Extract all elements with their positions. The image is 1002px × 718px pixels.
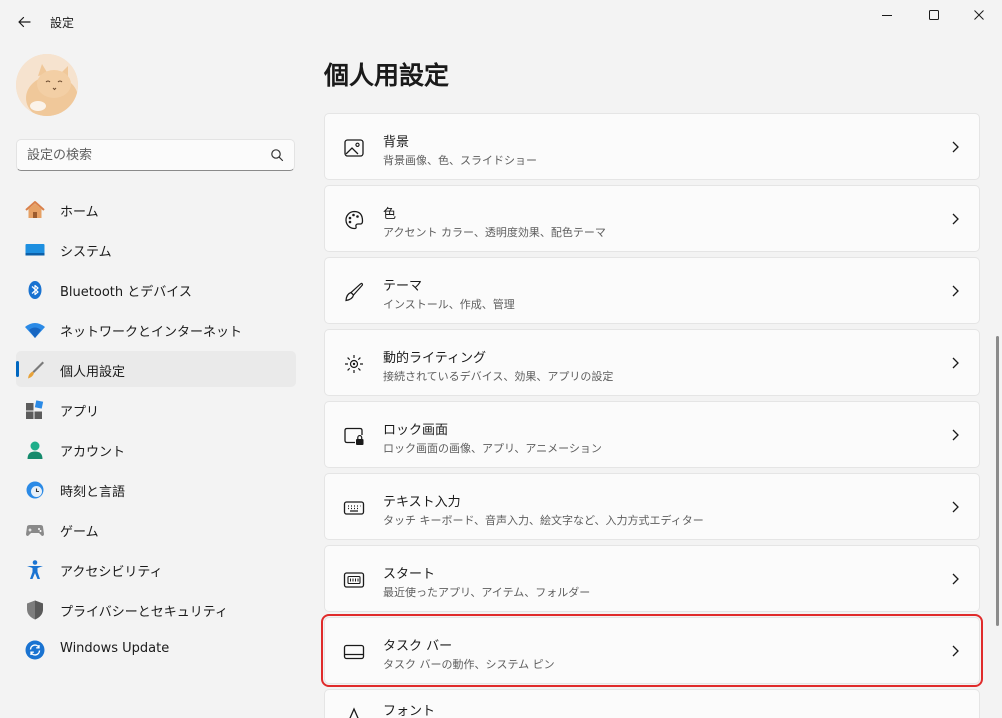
sidebar-item-label: ネットワークとインターネット [60, 325, 243, 340]
sidebar-item-label: Bluetooth とデバイス [60, 285, 192, 300]
window-title: 設定 [50, 16, 75, 30]
chevron-right-icon [952, 573, 959, 585]
card-title: フォント [383, 704, 436, 718]
sidebar-item-bluetooth[interactable]: Bluetooth とデバイス [16, 271, 296, 307]
sidebar-item-label: Windows Update [60, 641, 170, 656]
sidebar-item-accounts[interactable]: アカウント [16, 431, 296, 467]
search-icon[interactable] [270, 148, 284, 162]
settings-search-box[interactable] [16, 139, 295, 171]
cat-avatar-icon [16, 54, 78, 116]
sidebar-item-apps[interactable]: アプリ [16, 391, 296, 427]
card-title: スタート [383, 567, 436, 582]
sidebar-item-home[interactable]: ホーム [16, 191, 296, 227]
sidebar-item-personalization[interactable]: 個人用設定 [16, 351, 296, 387]
card-title: テキスト入力 [383, 495, 461, 510]
card-start[interactable]: スタート 最近使ったアプリ、アイテム、フォルダー [324, 545, 980, 612]
card-taskbar[interactable]: タスク バー タスク バーの動作、システム ピン [321, 614, 983, 687]
vertical-scrollbar[interactable] [996, 336, 999, 626]
card-subtitle: アクセント カラー、透明度効果、配色テーマ [383, 226, 606, 239]
card-colors[interactable]: 色 アクセント カラー、透明度効果、配色テーマ [324, 185, 980, 252]
sidebar-item-time-language[interactable]: 時刻と言語 [16, 471, 296, 507]
sidebar-nav: ホーム システム Bluetooth とデバイス ネットワークとインターネット … [16, 191, 296, 671]
card-dynamic-lighting[interactable]: 動的ライティング 接続されているデバイス、効果、アプリの設定 [324, 329, 980, 396]
system-icon [25, 244, 45, 256]
chevron-right-icon [952, 501, 959, 513]
settings-card-list: 背景 背景画像、色、スライドショー 色 アクセント カラー、透明度効果、配色テー… [321, 113, 983, 718]
font-icon [349, 707, 359, 718]
sidebar-item-network[interactable]: ネットワークとインターネット [16, 311, 296, 347]
chevron-right-icon [952, 645, 959, 657]
palette-icon [345, 210, 364, 230]
sidebar-item-label: ホーム [60, 205, 99, 220]
card-lock-screen[interactable]: ロック画面 ロック画面の画像、アプリ、アニメーション [324, 401, 980, 468]
card-text-input[interactable]: テキスト入力 タッチ キーボード、音声入力、絵文字など、入力方式エディター [324, 473, 980, 540]
card-themes[interactable]: テーマ インストール、作成、管理 [324, 257, 980, 324]
home-icon [25, 201, 45, 218]
sidebar-item-accessibility[interactable]: アクセシビリティ [16, 551, 296, 587]
clock-globe-icon [26, 481, 44, 499]
shield-icon [27, 600, 43, 620]
title-bar: 設定 [0, 0, 1002, 44]
close-icon [974, 10, 984, 20]
wifi-icon [25, 323, 45, 338]
sidebar-item-label: アカウント [60, 445, 126, 460]
sidebar-item-label: ゲーム [60, 525, 99, 540]
lighting-icon [345, 355, 363, 373]
maximize-button[interactable] [911, 0, 957, 30]
card-title: 動的ライティング [383, 351, 486, 366]
chevron-right-icon [952, 141, 959, 153]
keyboard-icon [343, 501, 365, 515]
card-title: 色 [383, 207, 397, 222]
maximize-icon [929, 10, 939, 20]
card-background[interactable]: 背景 背景画像、色、スライドショー [324, 113, 980, 180]
account-icon [27, 441, 43, 459]
card-title: ロック画面 [383, 423, 449, 438]
lock-screen-icon [344, 427, 364, 445]
card-subtitle: ロック画面の画像、アプリ、アニメーション [383, 442, 602, 455]
minimize-button[interactable] [864, 0, 910, 30]
sidebar-item-label: システム [60, 245, 112, 260]
sidebar-item-label: アプリ [60, 405, 100, 420]
chevron-right-icon [952, 213, 959, 225]
chevron-right-icon [952, 357, 959, 369]
start-icon [343, 572, 365, 588]
card-subtitle: タッチ キーボード、音声入力、絵文字など、入力方式エディター [383, 514, 704, 527]
sidebar-item-label: プライバシーとセキュリティ [60, 605, 228, 620]
card-subtitle: 最近使ったアプリ、アイテム、フォルダー [383, 586, 591, 599]
card-title: 背景 [383, 135, 410, 150]
search-input[interactable] [27, 140, 267, 170]
card-fonts[interactable]: フォント [324, 689, 980, 718]
accessibility-icon [27, 560, 43, 579]
back-arrow-icon [18, 16, 31, 28]
page-title: 個人用設定 [324, 61, 450, 90]
windows-update-icon [25, 640, 45, 660]
bluetooth-icon [28, 281, 42, 299]
sidebar-item-system[interactable]: システム [16, 231, 296, 267]
sidebar-item-gaming[interactable]: ゲーム [16, 511, 296, 547]
user-avatar[interactable] [16, 54, 78, 116]
apps-icon [26, 400, 44, 419]
taskbar-icon [343, 644, 365, 660]
sidebar-item-label: 時刻と言語 [60, 485, 126, 500]
card-subtitle: 接続されているデバイス、効果、アプリの設定 [383, 370, 614, 383]
chevron-right-icon [952, 429, 959, 441]
card-subtitle: インストール、作成、管理 [383, 298, 515, 311]
sidebar-item-privacy-security[interactable]: プライバシーとセキュリティ [16, 591, 296, 627]
image-icon [344, 139, 364, 157]
card-subtitle: タスク バーの動作、システム ピン [383, 658, 555, 671]
sidebar-item-label: 個人用設定 [60, 365, 126, 380]
sidebar-item-label: アクセシビリティ [60, 565, 163, 580]
chevron-right-icon [952, 285, 959, 297]
close-button[interactable] [956, 0, 1002, 30]
gamepad-icon [26, 525, 44, 536]
brush-icon [345, 282, 364, 302]
minimize-icon [882, 15, 892, 16]
paintbrush-icon [28, 361, 44, 379]
back-button[interactable] [10, 9, 38, 35]
card-title: タスク バー [383, 639, 453, 654]
card-subtitle: 背景画像、色、スライドショー [383, 154, 537, 167]
sidebar-item-windows-update[interactable]: Windows Update [16, 631, 296, 667]
card-title: テーマ [383, 279, 423, 294]
